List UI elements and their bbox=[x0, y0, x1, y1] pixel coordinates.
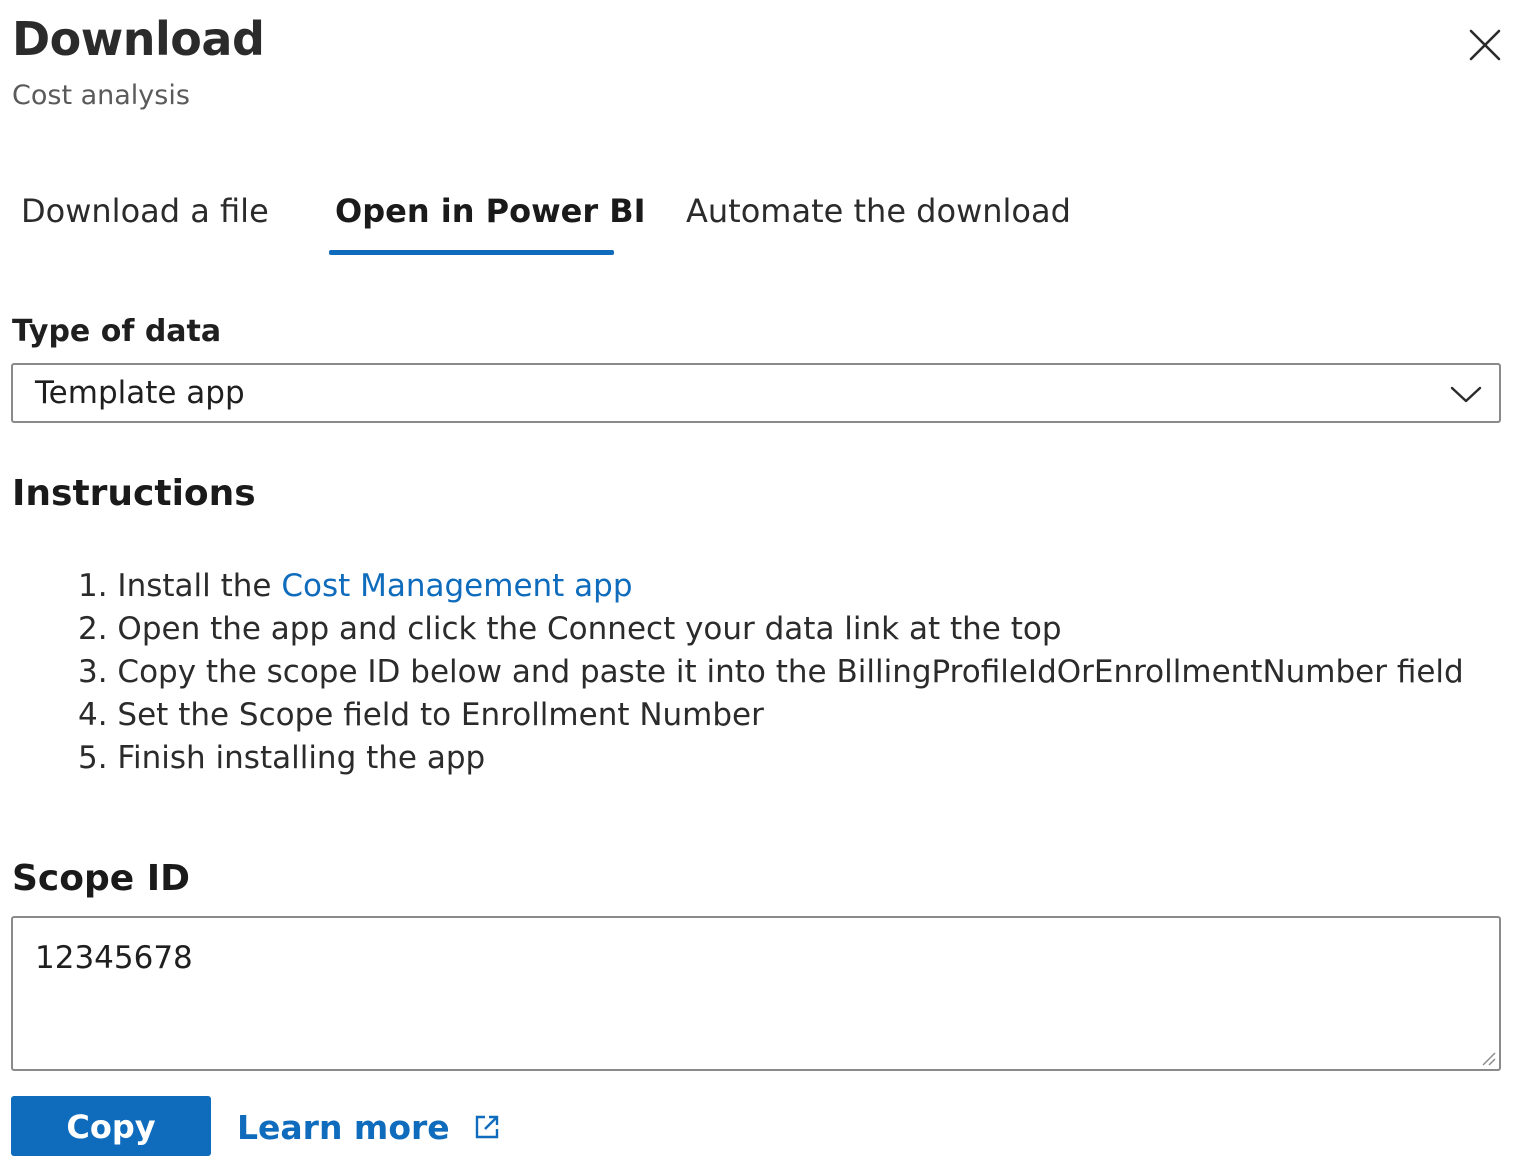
selected-tab-indicator bbox=[329, 250, 614, 255]
scope-id-textarea[interactable]: 12345678 bbox=[11, 916, 1501, 1071]
download-panel: Download Cost analysis Download a file O… bbox=[0, 0, 1519, 1176]
instructions-list: 1. Install the Cost Management app 2. Op… bbox=[78, 565, 1464, 780]
type-of-data-value: Template app bbox=[35, 375, 245, 411]
cost-management-app-link[interactable]: Cost Management app bbox=[281, 568, 632, 604]
instruction-step: 1. Install the Cost Management app bbox=[78, 565, 1464, 608]
tab-automate-the-download[interactable]: Automate the download bbox=[686, 180, 1071, 256]
instruction-step: 4. Set the Scope field to Enrollment Num… bbox=[78, 697, 764, 733]
learn-more-label: Learn more bbox=[237, 1108, 450, 1147]
tab-download-a-file[interactable]: Download a file bbox=[21, 180, 269, 256]
scope-id-value: 12345678 bbox=[35, 940, 193, 976]
chevron-down-icon bbox=[1450, 386, 1482, 403]
copy-button[interactable]: Copy bbox=[11, 1096, 211, 1156]
instruction-step: 2. Open the app and click the Connect yo… bbox=[78, 611, 1062, 647]
external-link-icon bbox=[475, 1115, 499, 1139]
tab-open-in-power-bi[interactable]: Open in Power BI bbox=[335, 180, 646, 256]
learn-more-link[interactable]: Learn more bbox=[237, 1104, 501, 1152]
close-button[interactable] bbox=[1462, 22, 1508, 68]
type-of-data-label: Type of data bbox=[12, 314, 222, 349]
instruction-step: 3. Copy the scope ID below and paste it … bbox=[78, 654, 1464, 690]
instruction-step-prefix: 1. Install the bbox=[78, 568, 282, 604]
scope-id-heading: Scope ID bbox=[12, 858, 190, 899]
instructions-heading: Instructions bbox=[12, 473, 256, 514]
type-of-data-dropdown[interactable]: Template app bbox=[11, 363, 1501, 423]
panel-subtitle: Cost analysis bbox=[12, 80, 190, 111]
resize-handle-icon[interactable] bbox=[1479, 1049, 1497, 1067]
panel-title: Download bbox=[12, 12, 265, 66]
close-icon bbox=[1469, 29, 1501, 61]
instruction-step: 5. Finish installing the app bbox=[78, 740, 486, 776]
tab-list: Download a file Open in Power BI Automat… bbox=[0, 180, 1519, 260]
